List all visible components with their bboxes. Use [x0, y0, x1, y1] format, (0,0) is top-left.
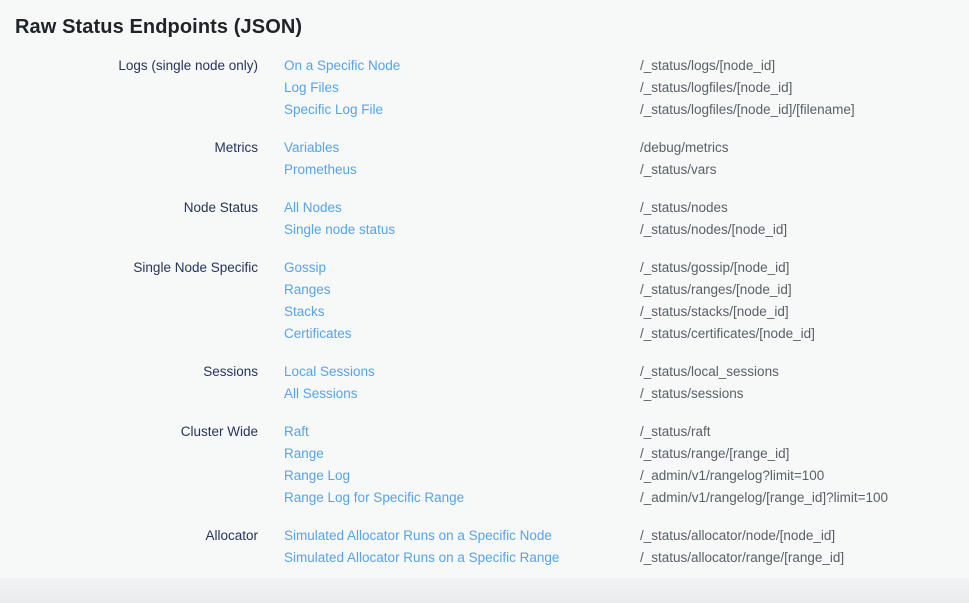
- endpoint-link[interactable]: All Nodes: [284, 197, 342, 219]
- endpoint-link[interactable]: Specific Log File: [284, 99, 383, 121]
- endpoint-link[interactable]: Variables: [284, 137, 339, 159]
- endpoint-path: /_status/vars: [640, 159, 969, 181]
- endpoint-link[interactable]: Simulated Allocator Runs on a Specific R…: [284, 547, 559, 569]
- endpoint-link[interactable]: Prometheus: [284, 159, 357, 181]
- section-category-label: Single Node Specific: [0, 257, 258, 345]
- endpoint-section: Single Node Specific GossipRangesStacksC…: [0, 257, 969, 345]
- section-links: VariablesPrometheus: [258, 137, 640, 181]
- section-links: Simulated Allocator Runs on a Specific N…: [258, 525, 640, 569]
- section-category-label: Logs (single node only): [0, 55, 258, 121]
- endpoint-link[interactable]: Gossip: [284, 257, 326, 279]
- endpoint-link[interactable]: Single node status: [284, 219, 395, 241]
- footer-strip: [0, 578, 969, 603]
- section-paths: /_status/allocator/node/[node_id]/_statu…: [640, 525, 969, 569]
- endpoint-link[interactable]: Raft: [284, 421, 309, 443]
- endpoint-path: /_status/allocator/range/[range_id]: [640, 547, 969, 569]
- endpoint-link[interactable]: All Sessions: [284, 383, 358, 405]
- endpoint-link[interactable]: Range: [284, 443, 324, 465]
- section-category-label: Sessions: [0, 361, 258, 405]
- endpoint-link[interactable]: Range Log for Specific Range: [284, 487, 464, 509]
- section-category-label: Allocator: [0, 525, 258, 569]
- endpoint-path: /_status/logs/[node_id]: [640, 55, 969, 77]
- section-paths: /debug/metrics/_status/vars: [640, 137, 969, 181]
- endpoint-path: /_admin/v1/rangelog?limit=100: [640, 465, 969, 487]
- section-paths: /_status/logs/[node_id]/_status/logfiles…: [640, 55, 969, 121]
- section-paths: /_status/nodes/_status/nodes/[node_id]: [640, 197, 969, 241]
- endpoint-path: /_status/gossip/[node_id]: [640, 257, 969, 279]
- endpoint-section: Node Status All NodesSingle node status …: [0, 197, 969, 241]
- section-links: GossipRangesStacksCertificates: [258, 257, 640, 345]
- endpoint-section: Metrics VariablesPrometheus /debug/metri…: [0, 137, 969, 181]
- section-links: Local SessionsAll Sessions: [258, 361, 640, 405]
- section-links: On a Specific NodeLog FilesSpecific Log …: [258, 55, 640, 121]
- endpoint-path: /_status/local_sessions: [640, 361, 969, 383]
- debug-endpoints-page: Raw Status Endpoints (JSON) Logs (single…: [0, 0, 969, 603]
- section-category-label: Cluster Wide: [0, 421, 258, 509]
- page-title: Raw Status Endpoints (JSON): [15, 13, 969, 41]
- endpoint-path: /_status/range/[range_id]: [640, 443, 969, 465]
- endpoint-path: /_status/stacks/[node_id]: [640, 301, 969, 323]
- section-category-label: Metrics: [0, 137, 258, 181]
- section-category-label: Node Status: [0, 197, 258, 241]
- endpoint-section: Logs (single node only) On a Specific No…: [0, 55, 969, 121]
- endpoint-link[interactable]: Log Files: [284, 77, 339, 99]
- endpoint-path: /_status/ranges/[node_id]: [640, 279, 969, 301]
- endpoint-link[interactable]: On a Specific Node: [284, 55, 400, 77]
- endpoint-path: /_status/raft: [640, 421, 969, 443]
- section-paths: /_status/local_sessions/_status/sessions: [640, 361, 969, 405]
- endpoint-sections: Logs (single node only) On a Specific No…: [0, 55, 969, 569]
- endpoint-link[interactable]: Range Log: [284, 465, 350, 487]
- endpoint-link[interactable]: Ranges: [284, 279, 331, 301]
- endpoint-path: /_status/allocator/node/[node_id]: [640, 525, 969, 547]
- endpoint-path: /_admin/v1/rangelog/[range_id]?limit=100: [640, 487, 969, 509]
- endpoint-section: Sessions Local SessionsAll Sessions /_st…: [0, 361, 969, 405]
- endpoint-path: /_status/nodes/[node_id]: [640, 219, 969, 241]
- section-links: RaftRangeRange LogRange Log for Specific…: [258, 421, 640, 509]
- section-paths: /_status/gossip/[node_id]/_status/ranges…: [640, 257, 969, 345]
- endpoint-link[interactable]: Simulated Allocator Runs on a Specific N…: [284, 525, 552, 547]
- endpoint-path: /_status/logfiles/[node_id]/[filename]: [640, 99, 969, 121]
- endpoint-path: /_status/nodes: [640, 197, 969, 219]
- endpoint-section: Allocator Simulated Allocator Runs on a …: [0, 525, 969, 569]
- endpoint-path: /debug/metrics: [640, 137, 969, 159]
- endpoint-link[interactable]: Certificates: [284, 323, 352, 345]
- endpoint-link[interactable]: Local Sessions: [284, 361, 375, 383]
- endpoint-section: Cluster Wide RaftRangeRange LogRange Log…: [0, 421, 969, 509]
- section-paths: /_status/raft/_status/range/[range_id]/_…: [640, 421, 969, 509]
- endpoint-path: /_status/logfiles/[node_id]: [640, 77, 969, 99]
- endpoint-link[interactable]: Stacks: [284, 301, 325, 323]
- endpoint-path: /_status/sessions: [640, 383, 969, 405]
- section-links: All NodesSingle node status: [258, 197, 640, 241]
- endpoint-path: /_status/certificates/[node_id]: [640, 323, 969, 345]
